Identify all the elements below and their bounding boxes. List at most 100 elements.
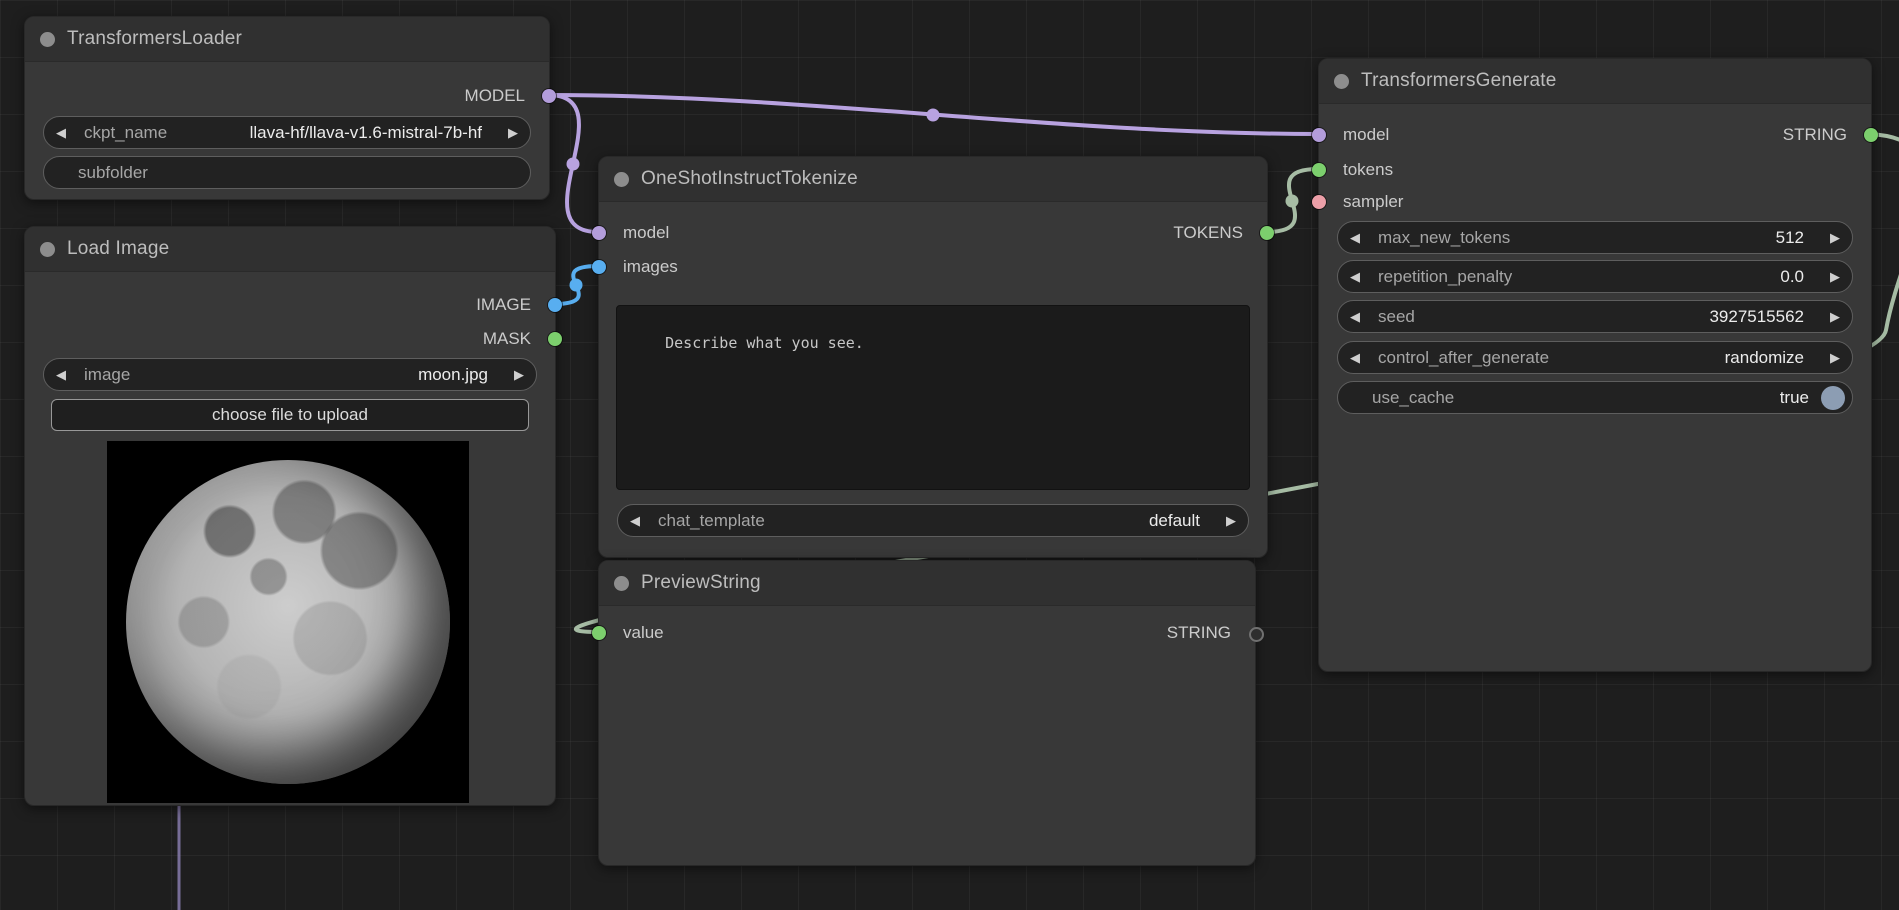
input-port-sampler[interactable] <box>1312 195 1326 209</box>
output-slot-mask: MASK <box>483 324 531 354</box>
output-port-image[interactable] <box>548 298 562 312</box>
node-title-bar[interactable]: TransformersGenerate <box>1319 59 1871 104</box>
combo-right-arrow-icon[interactable]: ▶ <box>1818 350 1840 366</box>
input-port-model[interactable] <box>592 226 606 240</box>
widget-label: seed <box>1378 307 1415 327</box>
output-label: STRING <box>1783 125 1847 145</box>
widget-image-select[interactable]: ◀ image moon.jpg ▶ <box>43 358 537 391</box>
input-slot-value: value <box>623 618 664 648</box>
widget-subfolder[interactable]: subfolder <box>43 156 531 189</box>
node-title-bar[interactable]: TransformersLoader <box>25 17 549 62</box>
input-label: value <box>623 623 664 643</box>
node-title-bar[interactable]: OneShotInstructTokenize <box>599 157 1267 202</box>
link-midpoint-dot <box>927 109 940 122</box>
link-model-to-generate[interactable] <box>548 95 1318 134</box>
combo-right-arrow-icon[interactable]: ▶ <box>496 125 518 141</box>
node-title: TransformersLoader <box>67 28 242 50</box>
node-oneshot-instruct-tokenize[interactable]: OneShotInstructTokenize model images TOK… <box>598 156 1268 558</box>
combo-left-arrow-icon[interactable]: ◀ <box>1350 230 1372 246</box>
node-title: PreviewString <box>641 572 761 594</box>
node-transformers-generate[interactable]: TransformersGenerate model STRING tokens… <box>1318 58 1872 672</box>
widget-value: 0.0 <box>1518 267 1804 287</box>
link-tokens-to-tokens[interactable] <box>1266 169 1318 232</box>
combo-right-arrow-icon[interactable]: ▶ <box>1818 269 1840 285</box>
combo-left-arrow-icon[interactable]: ◀ <box>630 513 652 529</box>
widget-value: 3927515562 <box>1421 307 1804 327</box>
widget-value: llava-hf/llava-v1.6-mistral-7b-hf <box>173 123 482 143</box>
boolean-toggle-icon[interactable] <box>1821 386 1845 410</box>
widget-ckpt-name[interactable]: ◀ ckpt_name llava-hf/llava-v1.6-mistral-… <box>43 116 531 149</box>
output-label: IMAGE <box>476 295 531 315</box>
node-title-bar[interactable]: PreviewString <box>599 561 1255 606</box>
widget-max-new-tokens[interactable]: ◀ max_new_tokens 512 ▶ <box>1337 221 1853 254</box>
link-midpoint-dot <box>567 158 580 171</box>
output-port-string[interactable] <box>1249 627 1264 642</box>
output-label: TOKENS <box>1173 223 1243 243</box>
link-image-to-images[interactable] <box>554 266 598 304</box>
input-slot-model: model <box>1343 120 1389 150</box>
node-preview-string[interactable]: PreviewString value STRING <box>598 560 1256 866</box>
input-port-images[interactable] <box>592 260 606 274</box>
input-label: model <box>623 223 669 243</box>
combo-left-arrow-icon[interactable]: ◀ <box>56 125 78 141</box>
output-slot-image: IMAGE <box>476 290 531 320</box>
output-port-mask[interactable] <box>548 332 562 346</box>
input-port-tokens[interactable] <box>1312 163 1326 177</box>
combo-right-arrow-icon[interactable]: ▶ <box>502 367 524 383</box>
output-label: STRING <box>1167 623 1231 643</box>
node-title: TransformersGenerate <box>1361 70 1556 92</box>
input-port-value[interactable] <box>592 626 606 640</box>
output-port-model[interactable] <box>542 89 556 103</box>
widget-label: image <box>84 365 130 385</box>
widget-chat-template[interactable]: ◀ chat_template default ▶ <box>617 504 1249 537</box>
node-transformers-loader[interactable]: TransformersLoader MODEL ◀ ckpt_name lla… <box>24 16 550 200</box>
input-label: sampler <box>1343 192 1403 212</box>
output-slot-string: STRING <box>1167 618 1231 648</box>
output-slot-string: STRING <box>1783 120 1847 150</box>
collapse-dot-icon[interactable] <box>40 32 55 47</box>
input-label: tokens <box>1343 160 1393 180</box>
widget-label: use_cache <box>1372 388 1454 408</box>
node-title-bar[interactable]: Load Image <box>25 227 555 272</box>
widget-control-after-generate[interactable]: ◀ control_after_generate randomize ▶ <box>1337 341 1853 374</box>
link-model-to-tokenize[interactable] <box>548 95 598 232</box>
combo-right-arrow-icon[interactable]: ▶ <box>1818 309 1840 325</box>
combo-left-arrow-icon[interactable]: ◀ <box>1350 309 1372 325</box>
node-load-image[interactable]: Load Image IMAGE MASK ◀ image moon.jpg ▶… <box>24 226 556 806</box>
widget-repetition-penalty[interactable]: ◀ repetition_penalty 0.0 ▶ <box>1337 260 1853 293</box>
collapse-dot-icon[interactable] <box>614 172 629 187</box>
widget-value: moon.jpg <box>136 365 488 385</box>
image-preview <box>107 441 469 803</box>
prompt-text: Describe what you see. <box>665 334 864 352</box>
link-midpoint-dot <box>1286 195 1299 208</box>
combo-right-arrow-icon[interactable]: ▶ <box>1818 230 1840 246</box>
widget-label: max_new_tokens <box>1378 228 1510 248</box>
output-port-tokens[interactable] <box>1260 226 1274 240</box>
input-slot-images: images <box>623 252 678 282</box>
collapse-dot-icon[interactable] <box>614 576 629 591</box>
node-title: OneShotInstructTokenize <box>641 168 858 190</box>
combo-left-arrow-icon[interactable]: ◀ <box>1350 350 1372 366</box>
output-slot-tokens: TOKENS <box>1173 218 1243 248</box>
widget-value: true <box>1460 388 1809 408</box>
input-slot-tokens: tokens <box>1343 155 1393 185</box>
widget-label: repetition_penalty <box>1378 267 1512 287</box>
output-slot-model: MODEL <box>465 81 525 111</box>
moon-image <box>126 460 450 784</box>
output-port-string[interactable] <box>1864 128 1878 142</box>
collapse-dot-icon[interactable] <box>40 242 55 257</box>
combo-left-arrow-icon[interactable]: ◀ <box>56 367 78 383</box>
combo-right-arrow-icon[interactable]: ▶ <box>1214 513 1236 529</box>
widget-label: control_after_generate <box>1378 348 1549 368</box>
input-slot-sampler: sampler <box>1343 187 1403 217</box>
input-label: images <box>623 257 678 277</box>
prompt-textarea[interactable]: Describe what you see. <box>616 305 1250 490</box>
node-title: Load Image <box>67 238 169 260</box>
link-midpoint-dot <box>570 279 583 292</box>
widget-use-cache[interactable]: use_cache true <box>1337 381 1853 414</box>
widget-seed[interactable]: ◀ seed 3927515562 ▶ <box>1337 300 1853 333</box>
combo-left-arrow-icon[interactable]: ◀ <box>1350 269 1372 285</box>
input-port-model[interactable] <box>1312 128 1326 142</box>
collapse-dot-icon[interactable] <box>1334 74 1349 89</box>
upload-file-button[interactable]: choose file to upload <box>51 399 529 431</box>
